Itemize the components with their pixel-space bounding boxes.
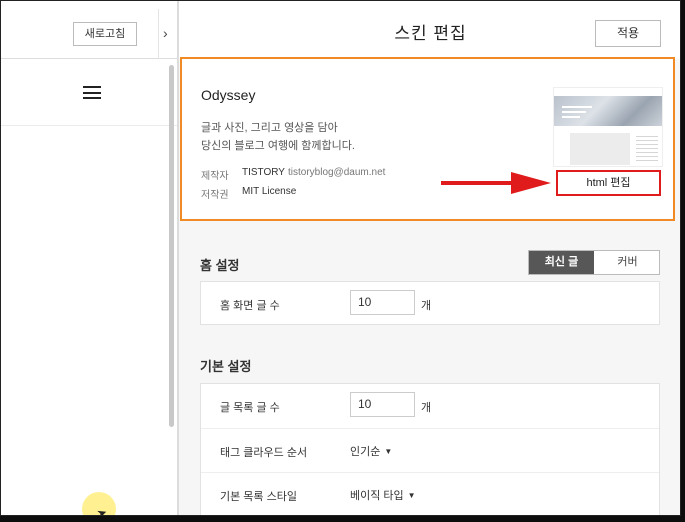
thumbnail-text-lines — [636, 136, 658, 162]
left-panel: 새로고침 › ➤ — [1, 1, 179, 515]
list-style-label: 기본 목록 스타일 — [220, 491, 297, 503]
license-value: MIT License — [242, 186, 297, 197]
skin-edit-panel: 스킨 편집 적용 Odyssey 글과 사진, 그리고 영상을 담아 당신의 블… — [179, 1, 680, 515]
home-settings-title: 홈 설정 — [200, 258, 240, 273]
skin-description-line2: 당신의 블로그 여행에 함께합니다. — [201, 140, 355, 152]
html-edit-button[interactable]: html 편집 — [556, 170, 661, 196]
list-style-value: 베이직 타입 — [350, 490, 404, 502]
apply-button[interactable]: 적용 — [595, 20, 661, 47]
author-name: TISTORY — [242, 167, 285, 178]
list-count-label: 글 목록 글 수 — [220, 402, 280, 414]
home-type-tabs: 최신 글 커버 — [528, 250, 660, 275]
home-post-count-label: 홈 화면 글 수 — [220, 300, 280, 312]
red-arrow-annotation — [441, 172, 551, 194]
app-window: 새로고침 › ➤ 스킨 편집 적용 Odyssey 글과 사진, 그리고 영상을… — [0, 0, 681, 516]
thumbnail-post-image — [570, 133, 630, 165]
author-email: tistoryblog@daum.net — [287, 167, 386, 178]
tag-cloud-row: 태그 클라우드 순서 인기순 ▼ — [201, 428, 659, 472]
collapse-panel-button[interactable] — [158, 9, 178, 59]
chevron-right-icon[interactable]: › — [163, 26, 168, 40]
tab-recent-posts[interactable]: 최신 글 — [529, 251, 594, 274]
caret-down-icon: ▼ — [384, 447, 393, 456]
home-settings-box: 홈 화면 글 수 10 개 — [200, 281, 660, 325]
refresh-button[interactable]: 새로고침 — [73, 22, 137, 46]
tag-cloud-select[interactable]: 인기순 ▼ — [350, 443, 392, 459]
tab-cover[interactable]: 커버 — [595, 251, 660, 274]
caret-down-icon: ▼ — [407, 491, 416, 500]
hamburger-menu-icon[interactable] — [83, 86, 101, 99]
list-count-unit: 개 — [421, 402, 432, 414]
thumbnail-hero-image — [554, 96, 662, 126]
list-style-select[interactable]: 베이직 타입 ▼ — [350, 487, 416, 503]
author-value: TISTORY tistoryblog@daum.net — [242, 167, 385, 178]
skin-description-line1: 글과 사진, 그리고 영상을 담아 — [201, 122, 338, 134]
skin-name: Odyssey — [201, 87, 256, 103]
skin-thumbnail — [553, 87, 663, 167]
home-post-count-unit: 개 — [421, 300, 432, 312]
basic-settings-title: 기본 설정 — [200, 359, 252, 374]
tag-cloud-value: 인기순 — [350, 446, 381, 458]
skin-edit-header: 스킨 편집 적용 — [179, 1, 680, 59]
list-style-row: 기본 목록 스타일 베이직 타입 ▼ — [201, 472, 659, 515]
license-label: 저작권 — [201, 190, 229, 201]
tag-cloud-label: 태그 클라우드 순서 — [220, 447, 308, 459]
list-count-row: 글 목록 글 수 10 개 — [201, 384, 659, 428]
skin-info-card: Odyssey 글과 사진, 그리고 영상을 담아 당신의 블로그 여행에 함께… — [180, 57, 675, 221]
basic-settings-box: 글 목록 글 수 10 개 태그 클라우드 순서 인기순 ▼ 기본 목록 스타일 … — [200, 383, 660, 515]
preview-scrollbar[interactable] — [169, 65, 174, 427]
home-post-count-row: 홈 화면 글 수 10 개 — [201, 282, 659, 326]
home-post-count-input[interactable]: 10 — [350, 290, 415, 315]
list-count-input[interactable]: 10 — [350, 392, 415, 417]
author-label: 제작자 — [201, 171, 229, 182]
